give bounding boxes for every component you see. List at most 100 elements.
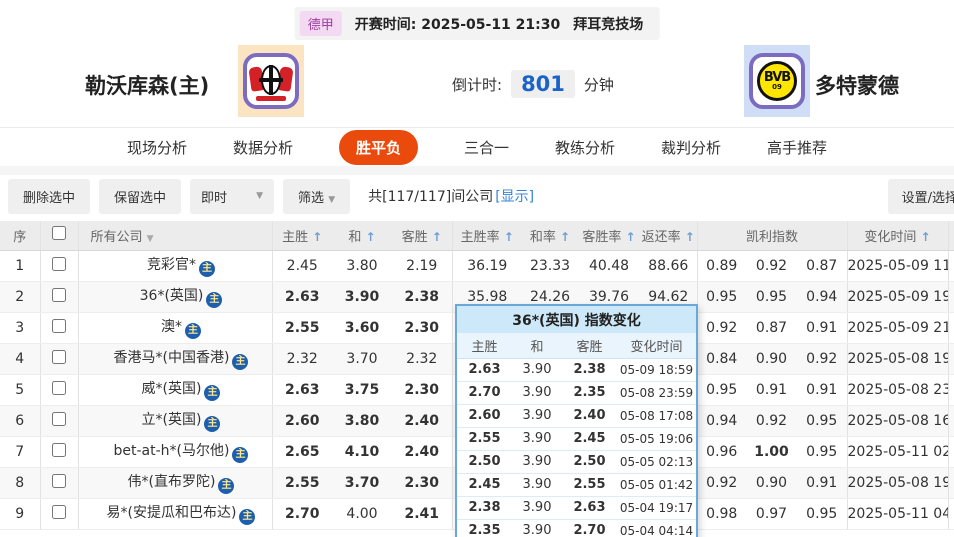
row-index: 1	[0, 250, 41, 282]
row-action-cell	[947, 405, 954, 437]
company-name[interactable]: 36*(英国)	[140, 288, 204, 304]
separator-strip	[0, 166, 954, 175]
company-cell: 威*(英国) 主	[78, 374, 273, 406]
popup-row: 2.60 3.90 2.40 05-08 17:08	[457, 404, 696, 428]
chevron-down-icon: ▼	[328, 194, 336, 205]
show-link[interactable]: [显示]	[495, 189, 534, 205]
col-draw-rate[interactable]: 和率 ↑	[522, 221, 578, 251]
company-cell: 香港马*(中国香港) 主	[78, 343, 273, 375]
main-company-icon: 主	[232, 354, 249, 370]
popup-change-time: 05-09 18:59	[617, 358, 696, 382]
draw-odds: 4.00	[332, 498, 392, 530]
tab-coach-analysis[interactable]: 教练分析	[555, 137, 615, 158]
kelly-draw: 0.87	[746, 312, 797, 344]
venue-name: 拜耳竞技场	[573, 16, 644, 33]
row-checkbox[interactable]	[52, 318, 66, 333]
popup-home-odds: 2.60	[457, 404, 512, 428]
kelly-draw: 0.95	[746, 281, 797, 313]
popup-draw-odds: 3.90	[512, 381, 562, 405]
row-checkbox-cell	[40, 281, 79, 313]
countdown-value: 801	[511, 70, 575, 98]
popup-home-odds: 2.45	[457, 473, 512, 497]
draw-odds: 3.70	[332, 467, 392, 499]
kickoff-time: 开赛时间: 2025-05-11 21:30	[354, 16, 561, 33]
company-name[interactable]: 易*(安提瓜和巴布达)	[107, 505, 237, 521]
settings-select-button[interactable]: 设置/选择	[887, 178, 954, 214]
popup-away-odds: 2.50	[562, 450, 617, 474]
col-home-odds[interactable]: 主胜 ↑	[272, 221, 332, 251]
row-checkbox[interactable]	[52, 442, 66, 457]
tab-data-analysis[interactable]: 数据分析	[233, 137, 293, 158]
away-odds: 2.41	[392, 498, 452, 530]
kelly-away: 0.94	[797, 281, 847, 313]
analysis-tabs: 现场分析 数据分析 胜平负 三合一 教练分析 裁判分析 高手推荐	[0, 128, 954, 166]
col-away-rate[interactable]: 客胜率 ↑	[578, 221, 640, 251]
col-return-rate[interactable]: 返还率 ↑	[640, 221, 697, 251]
popup-title: 36*(英国) 指数变化	[457, 306, 696, 333]
change-time: 2025-05-08 23:05	[846, 374, 948, 406]
tab-referee-analysis[interactable]: 裁判分析	[661, 137, 721, 158]
row-index: 3	[0, 312, 41, 344]
row-checkbox[interactable]	[52, 504, 66, 519]
main-company-icon: 主	[206, 292, 223, 308]
popup-draw-odds: 3.90	[512, 404, 562, 428]
filter-button[interactable]: 筛选 ▼	[283, 178, 351, 214]
company-name[interactable]: 香港马*(中国香港)	[114, 350, 230, 366]
tab-live-analysis[interactable]: 现场分析	[127, 137, 187, 158]
delete-selected-button[interactable]: 删除选中	[8, 178, 91, 214]
kelly-draw: 0.90	[746, 467, 797, 499]
row-checkbox[interactable]	[52, 473, 66, 488]
kelly-home: 0.89	[696, 250, 746, 282]
col-draw-odds[interactable]: 和 ↑	[332, 221, 392, 251]
league-badge[interactable]: 德甲	[299, 11, 342, 36]
home-crest-frame	[243, 53, 299, 109]
col-home-rate[interactable]: 主胜率 ↑	[451, 221, 522, 251]
company-name[interactable]: 立*(英国)	[142, 412, 202, 428]
tab-win-draw-lose[interactable]: 胜平负	[338, 129, 418, 165]
odds-mode-select[interactable]: 即时 ▼	[190, 178, 275, 214]
row-checkbox[interactable]	[52, 287, 66, 302]
row-checkbox[interactable]	[52, 380, 66, 395]
tab-expert-picks[interactable]: 高手推荐	[767, 137, 827, 158]
away-team-name[interactable]: 多特蒙德	[815, 70, 899, 100]
popup-row: 2.55 3.90 2.45 05-05 19:06	[457, 427, 696, 451]
row-checkbox[interactable]	[52, 349, 66, 364]
kelly-draw: 0.91	[746, 374, 797, 406]
draw-odds: 4.10	[332, 436, 392, 468]
col-away-odds[interactable]: 客胜 ↑	[392, 221, 452, 251]
col-company[interactable]: 所有公司 ▼	[78, 221, 273, 251]
away-odds: 2.30	[392, 467, 452, 499]
popup-col-draw: 和	[512, 333, 562, 359]
kelly-away: 0.91	[797, 467, 847, 499]
change-time: 2025-05-11 04:17	[846, 498, 948, 530]
col-change-time[interactable]: 变化时间 ↑	[846, 221, 948, 251]
popup-away-odds: 2.35	[562, 381, 617, 405]
kelly-away: 0.91	[797, 374, 847, 406]
kelly-draw: 0.92	[746, 405, 797, 437]
sort-up-icon: ↑	[431, 229, 442, 244]
draw-odds: 3.80	[332, 405, 392, 437]
main-company-icon: 主	[204, 416, 221, 432]
popup-row: 2.35 3.90 2.70 05-04 04:14	[457, 519, 696, 537]
select-all-checkbox[interactable]	[52, 226, 66, 241]
popup-change-time: 05-04 19:17	[617, 496, 696, 520]
home-odds: 2.63	[272, 374, 332, 406]
kelly-away: 0.95	[797, 436, 847, 468]
company-name[interactable]: bet-at-h*(马尔他)	[114, 443, 230, 459]
company-name[interactable]: 澳*	[161, 319, 182, 335]
company-name[interactable]: 威*(英国)	[142, 381, 202, 397]
home-odds: 2.55	[272, 467, 332, 499]
company-name[interactable]: 竞彩官*	[147, 257, 196, 273]
sort-up-icon: ↑	[365, 229, 376, 244]
popup-change-time: 05-04 04:14	[617, 519, 696, 537]
popup-row: 2.38 3.90 2.63 05-04 19:17	[457, 496, 696, 520]
home-team-name[interactable]: 勒沃库森(主)	[85, 70, 209, 100]
row-checkbox[interactable]	[52, 411, 66, 426]
row-checkbox[interactable]	[52, 256, 66, 271]
keep-selected-button[interactable]: 保留选中	[99, 178, 182, 214]
row-action-cell	[947, 498, 954, 530]
row-checkbox-cell	[40, 343, 79, 375]
tab-three-in-one[interactable]: 三合一	[464, 137, 509, 158]
odds-comparison-page: 德甲 开赛时间: 2025-05-11 21:30 拜耳竞技场 勒沃库森(主) …	[0, 0, 954, 537]
company-name[interactable]: 伟*(直布罗陀)	[128, 474, 216, 490]
